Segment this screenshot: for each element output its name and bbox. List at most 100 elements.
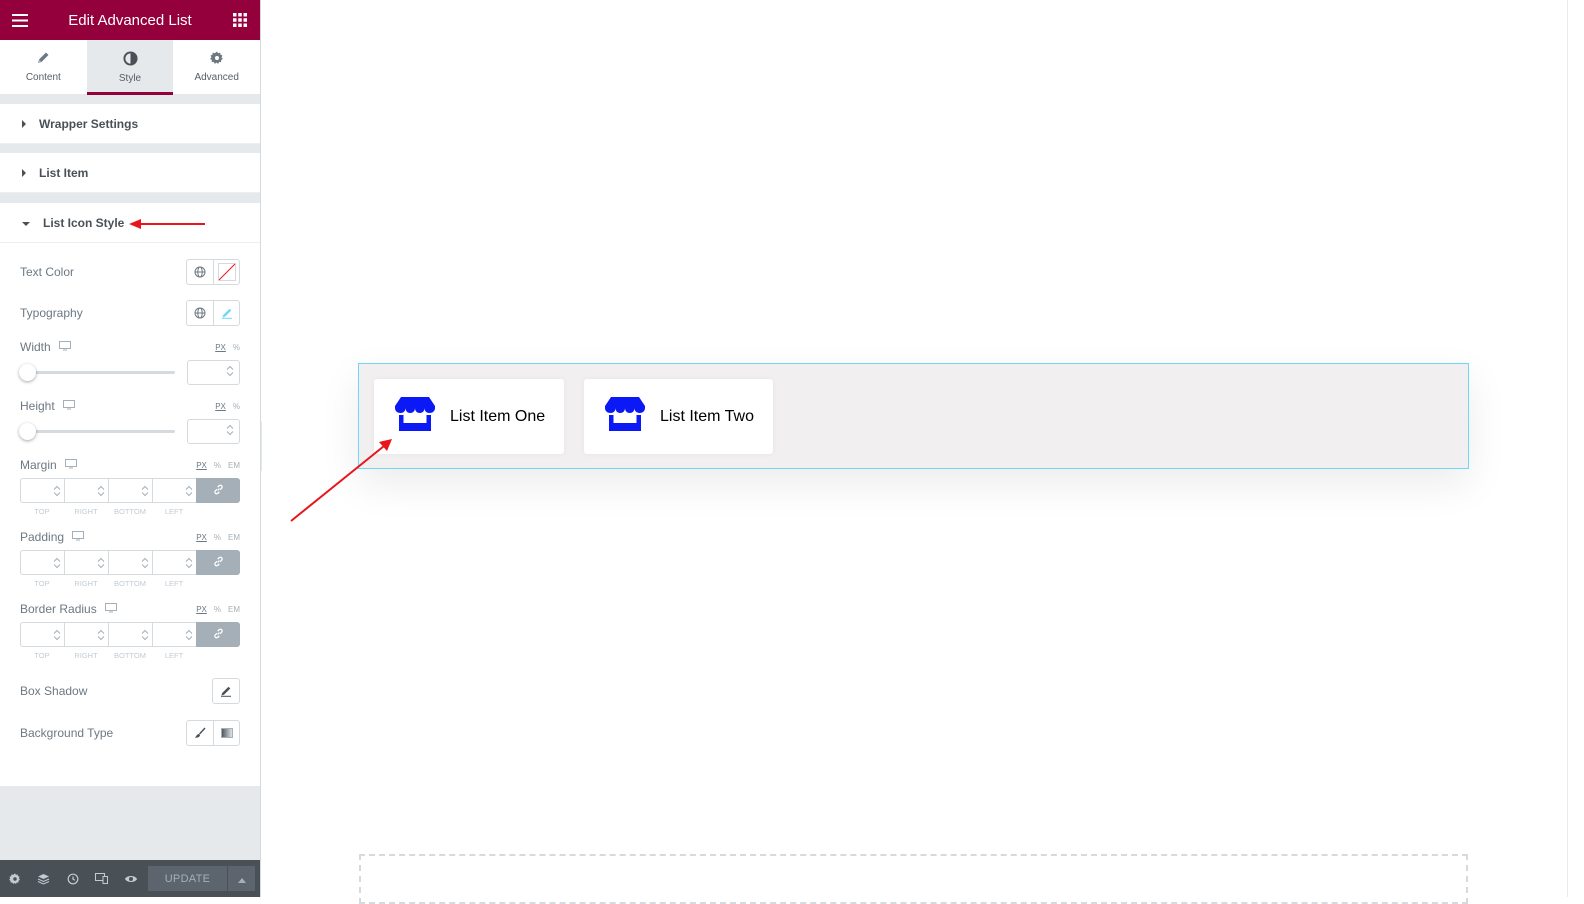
radius-bottom-input[interactable]	[108, 622, 152, 647]
unit-px[interactable]: PX	[196, 605, 207, 614]
desktop-icon[interactable]	[58, 340, 71, 354]
canvas-scrollbar-track	[1567, 0, 1568, 897]
color-swatch-empty[interactable]	[213, 260, 239, 284]
dim-label-top: TOP	[34, 651, 50, 660]
height-slider-row	[19, 419, 240, 444]
unit-percent[interactable]: %	[233, 343, 240, 352]
padding-right-input[interactable]	[64, 550, 108, 575]
globe-icon[interactable]	[187, 260, 213, 284]
edit-pencil-icon[interactable]	[213, 679, 239, 703]
editor-panel: Edit Advanced List Content Style Advance…	[0, 0, 261, 897]
link-icon	[213, 482, 224, 500]
margin-bottom-input[interactable]	[108, 478, 152, 503]
update-button[interactable]: UPDATE	[148, 866, 227, 891]
margin-top-input[interactable]	[20, 478, 64, 503]
width-slider-handle[interactable]	[19, 364, 36, 381]
radius-left-input[interactable]	[152, 622, 196, 647]
gradient-icon[interactable]	[213, 721, 239, 745]
margin-units: PX % EM	[196, 461, 240, 470]
tab-content[interactable]: Content	[0, 40, 87, 94]
border-radius-row: Border Radius PX % EM	[20, 602, 240, 616]
width-label: Width	[20, 340, 51, 354]
height-slider[interactable]	[19, 423, 175, 440]
radius-top-input[interactable]	[20, 622, 64, 647]
update-options-button[interactable]	[228, 866, 255, 891]
border-radius-dim-labels: TOP RIGHT BOTTOM LEFT	[20, 651, 240, 660]
border-radius-dimensions	[20, 622, 240, 647]
padding-bottom-input[interactable]	[108, 550, 152, 575]
margin-row: Margin PX % EM	[20, 458, 240, 472]
globe-icon[interactable]	[187, 301, 213, 325]
height-slider-handle[interactable]	[19, 423, 36, 440]
border-radius-label: Border Radius	[20, 602, 97, 616]
section-list-item[interactable]: List Item	[0, 153, 260, 193]
responsive-icon[interactable]	[87, 860, 116, 897]
text-color-picker	[186, 259, 240, 285]
panel-title: Edit Advanced List	[68, 11, 192, 29]
section-wrapper-settings[interactable]: Wrapper Settings	[0, 104, 260, 144]
brush-icon[interactable]	[187, 721, 213, 745]
dim-label-left: LEFT	[164, 507, 184, 516]
tab-advanced[interactable]: Advanced	[173, 40, 260, 94]
list-item[interactable]: List Item Two	[584, 379, 773, 454]
section-list-icon-style[interactable]: List Icon Style	[0, 203, 260, 243]
edit-pencil-icon[interactable]	[213, 301, 239, 325]
desktop-icon[interactable]	[104, 602, 117, 616]
link-values-button[interactable]	[196, 622, 240, 647]
padding-dimensions	[20, 550, 240, 575]
settings-gear-icon[interactable]	[0, 860, 29, 897]
link-values-button[interactable]	[196, 550, 240, 575]
unit-percent[interactable]: %	[214, 605, 221, 614]
layers-icon[interactable]	[29, 860, 58, 897]
unit-em[interactable]: EM	[228, 605, 240, 614]
padding-top-input[interactable]	[20, 550, 64, 575]
unit-percent[interactable]: %	[214, 533, 221, 542]
dim-label-top: TOP	[34, 507, 50, 516]
preview-eye-icon[interactable]	[116, 860, 145, 897]
unit-px[interactable]: PX	[196, 533, 207, 542]
panel-footer: UPDATE	[0, 860, 260, 897]
padding-units: PX % EM	[196, 533, 240, 542]
history-icon[interactable]	[58, 860, 87, 897]
link-icon	[213, 626, 224, 644]
margin-dim-labels: TOP RIGHT BOTTOM LEFT	[20, 507, 240, 516]
width-slider[interactable]	[19, 364, 175, 381]
margin-right-input[interactable]	[64, 478, 108, 503]
box-shadow-label: Box Shadow	[20, 684, 88, 698]
link-icon	[213, 554, 224, 572]
desktop-icon[interactable]	[72, 530, 85, 544]
contrast-icon	[122, 50, 138, 69]
dim-label-right: RIGHT	[74, 507, 98, 516]
hamburger-icon[interactable]	[12, 12, 28, 28]
list-item[interactable]: List Item One	[374, 379, 564, 454]
width-input[interactable]	[187, 360, 240, 385]
height-label: Height	[20, 399, 55, 413]
margin-left-input[interactable]	[152, 478, 196, 503]
desktop-icon[interactable]	[64, 458, 77, 472]
height-row: Height PX %	[20, 399, 240, 413]
tab-style[interactable]: Style	[86, 40, 174, 95]
unit-em[interactable]: EM	[228, 533, 240, 542]
advanced-list-widget[interactable]: List Item One List Item Two	[358, 363, 1469, 469]
tab-content-label: Content	[25, 72, 61, 83]
panel-header: Edit Advanced List	[0, 0, 260, 40]
list-icon-style-controls: Text Color Typography Width PX % Height …	[0, 243, 260, 786]
caret-down-icon	[22, 221, 30, 226]
store-icon	[604, 396, 646, 437]
unit-em[interactable]: EM	[228, 461, 240, 470]
unit-px[interactable]: PX	[215, 402, 226, 411]
text-color-label: Text Color	[20, 265, 75, 279]
desktop-icon[interactable]	[62, 399, 75, 413]
unit-px[interactable]: PX	[196, 461, 207, 470]
dim-label-left: LEFT	[164, 579, 184, 588]
link-values-button[interactable]	[196, 478, 240, 503]
padding-left-input[interactable]	[152, 550, 196, 575]
unit-percent[interactable]: %	[233, 402, 240, 411]
radius-right-input[interactable]	[64, 622, 108, 647]
caret-right-icon	[22, 119, 26, 128]
unit-px[interactable]: PX	[215, 343, 226, 352]
height-input[interactable]	[187, 419, 240, 444]
unit-percent[interactable]: %	[214, 461, 221, 470]
height-units: PX %	[215, 402, 240, 411]
apps-grid-icon[interactable]	[232, 12, 248, 28]
